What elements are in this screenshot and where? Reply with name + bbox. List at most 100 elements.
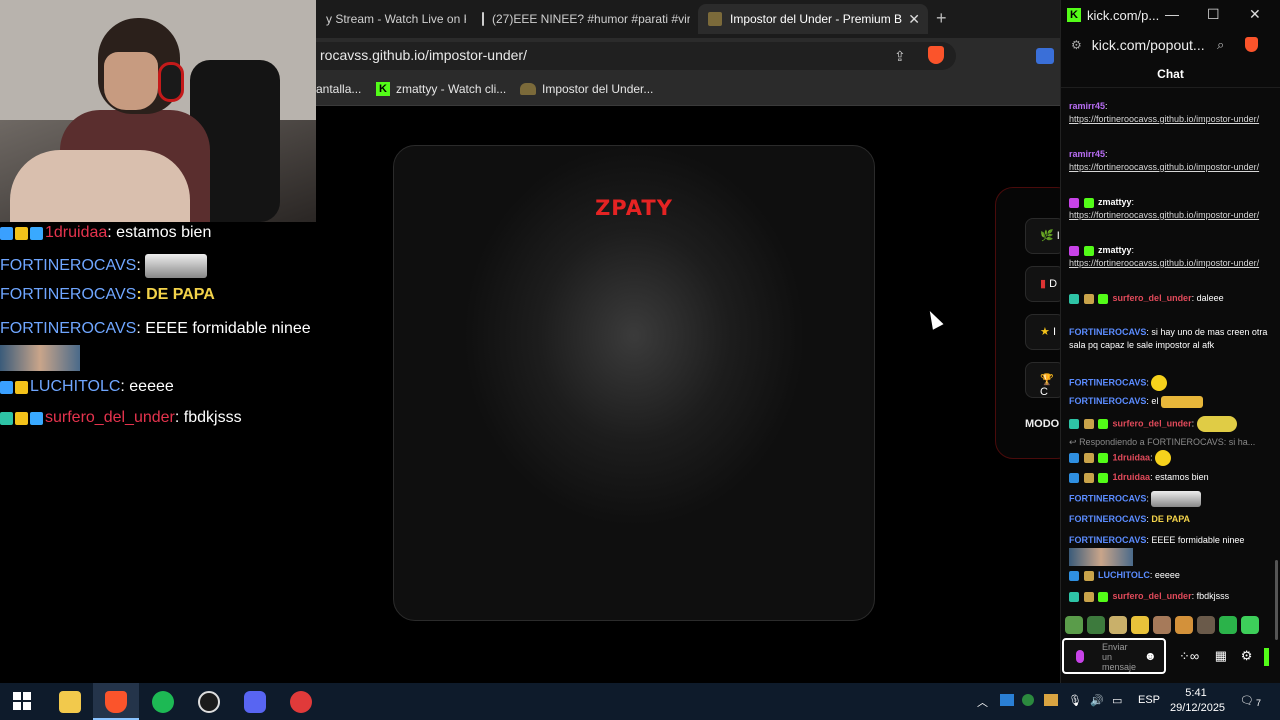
chat-username[interactable]: LUCHITOLC (1098, 570, 1150, 580)
chat-message-input[interactable]: Enviar un mensaje ☻ (1062, 638, 1166, 674)
system-clock[interactable]: 5:41 29/12/2025 (1170, 686, 1225, 716)
mic-icon[interactable] (1076, 650, 1084, 663)
chat-username[interactable]: FORTINEROCAVS (1069, 514, 1146, 524)
app-red-icon[interactable] (290, 691, 312, 713)
crown-badge-icon (15, 226, 28, 240)
tab-label: (27)EEE NINEE? #humor #parati #vira (492, 12, 690, 26)
zoom-icon[interactable]: ⌕ (1217, 37, 1224, 53)
chat-toolbar: ⁘∞ ▦ ⚙ (1179, 648, 1269, 666)
share-icon[interactable]: ⇪ (894, 48, 906, 65)
emote-frog-icon[interactable] (1087, 616, 1105, 634)
chat-link[interactable]: https://fortineroocavss.github.io/impost… (1069, 210, 1259, 220)
store-icon[interactable]: ▦ (1215, 648, 1227, 663)
chat-message: LUCHITOLC: eeeee (1069, 569, 1269, 582)
maximize-icon[interactable]: ☐ (1207, 6, 1220, 23)
volume-icon[interactable]: 🔊 (1090, 694, 1104, 707)
sub-badge-icon (1083, 293, 1094, 304)
chat-username[interactable]: 1druidaa (1113, 452, 1151, 462)
close-tab-icon[interactable]: ✕ (908, 11, 920, 28)
overlay-line: LUCHITOLC : eeeee (0, 378, 174, 396)
spotify-icon[interactable] (152, 691, 174, 713)
overlay-text: : eeeee (120, 378, 174, 395)
file-explorer-icon[interactable] (59, 691, 81, 713)
notification-icon[interactable]: 🗨 (1240, 694, 1254, 707)
chat-username[interactable]: zmattyy (1098, 245, 1132, 255)
emote-cat-icon[interactable] (1153, 616, 1171, 634)
tray-app-icon[interactable] (1022, 694, 1034, 706)
emote-person-icon[interactable] (1197, 616, 1215, 634)
microphone-icon[interactable]: 🎙 (1068, 694, 1082, 707)
chat-message-list: ramirr45: https://fortineroocavss.github… (1061, 88, 1279, 616)
chat-username[interactable]: 1druidaa (1113, 472, 1151, 482)
tab-kick-stream[interactable]: y Stream - Watch Live on K (316, 4, 466, 34)
network-icon[interactable]: ▭ (1112, 694, 1122, 707)
chat-username[interactable]: FORTINEROCAVS (1069, 535, 1146, 545)
side-menu-button[interactable]: 🌿 I (1025, 218, 1065, 254)
obs-icon[interactable] (198, 691, 220, 713)
chat-username[interactable]: zmattyy (1098, 197, 1132, 207)
emote-pixel-icon[interactable] (1175, 616, 1193, 634)
emote-yellow-icon[interactable] (1131, 616, 1149, 634)
chat-username[interactable]: surfero_del_under (1113, 418, 1192, 428)
popout-url[interactable]: kick.com/popout... (1092, 37, 1205, 53)
overlay-line: surfero_del_under : fbdkjsss (0, 409, 242, 427)
emote-face-icon[interactable] (1109, 616, 1127, 634)
emote-pepe-icon[interactable] (1065, 616, 1083, 634)
chat-username[interactable]: ramirr45 (1069, 101, 1105, 111)
window-title-bar: K kick.com/p... — ☐ ✕ (1061, 0, 1280, 30)
chat-link[interactable]: https://fortineroocavss.github.io/impost… (1069, 258, 1259, 268)
bookmark-item[interactable]: K zmattyy - Watch cli... (376, 82, 506, 96)
chat-username[interactable]: surfero_del_under (1113, 591, 1192, 601)
brave-shield-icon[interactable] (1245, 37, 1258, 52)
gem-badge-icon (30, 411, 43, 425)
language-indicator[interactable]: ESP (1138, 694, 1160, 706)
chat-username[interactable]: surfero_del_under (1113, 293, 1192, 303)
close-window-icon[interactable]: ✕ (1249, 6, 1261, 23)
chat-text: EEEE formidable ninee (1151, 535, 1245, 545)
emote-picker-icon[interactable]: ☻ (1144, 649, 1157, 663)
chat-username[interactable]: FORTINEROCAVS (1069, 396, 1146, 406)
reply-icon: ↩ (1069, 437, 1077, 447)
translate-icon[interactable] (1036, 48, 1054, 64)
site-info-icon[interactable]: ⚙ (1071, 38, 1082, 52)
chat-message: surfero_del_under: daleee (1069, 292, 1269, 305)
tab-label: Impostor del Under - Premium B (730, 12, 903, 26)
tab-tiktok[interactable]: (27)EEE NINEE? #humor #parati #vira (472, 4, 690, 34)
emote-image (144, 254, 207, 278)
chat-text: daleee (1196, 293, 1224, 303)
overlay-line: FORTINEROCAVS : (0, 254, 207, 278)
bookmarks-bar: antalla... K zmattyy - Watch cli... Impo… (316, 74, 1060, 106)
chat-username[interactable]: FORTINEROCAVS (1069, 377, 1146, 387)
send-indicator[interactable] (1264, 648, 1269, 666)
overlay-line: FORTINEROCAVS : DE PAPA (0, 286, 215, 304)
bookmark-item[interactable]: Impostor del Under... (520, 82, 653, 96)
chat-username[interactable]: ramirr45 (1069, 149, 1105, 159)
emote-green-icon[interactable] (1219, 616, 1237, 634)
tray-expand-icon[interactable]: ︿ (977, 694, 988, 710)
chat-link[interactable]: https://fortineroocavss.github.io/impost… (1069, 114, 1259, 124)
tray-app-icon[interactable] (1000, 694, 1014, 706)
users-icon[interactable]: ⁘∞ (1179, 648, 1199, 663)
side-menu-button[interactable]: ▮ D (1025, 266, 1065, 302)
side-menu-button[interactable]: ★ I (1025, 314, 1065, 350)
side-menu-button[interactable]: 🏆 C (1025, 362, 1065, 398)
discord-icon[interactable] (244, 691, 266, 713)
brave-browser-icon[interactable] (105, 691, 127, 713)
url-input[interactable]: rocavss.github.io/impostor-under/ (316, 42, 956, 70)
tab-impostor[interactable]: Impostor del Under - Premium B ✕ (698, 4, 928, 34)
emote-smile-icon[interactable] (1241, 616, 1259, 634)
popout-url-bar: ⚙ kick.com/popout... ⌕ (1061, 30, 1280, 60)
mode-label[interactable]: MODO (1025, 418, 1059, 430)
minimize-icon[interactable]: — (1165, 6, 1179, 22)
windows-start-icon[interactable] (12, 691, 34, 713)
new-tab-button[interactable]: + (936, 8, 947, 29)
chat-username[interactable]: FORTINEROCAVS (1069, 493, 1146, 503)
chat-username[interactable]: FORTINEROCAVS (1069, 327, 1146, 337)
chat-link[interactable]: https://fortineroocavss.github.io/impost… (1069, 162, 1259, 172)
tray-app-icon[interactable] (1044, 694, 1058, 706)
settings-icon[interactable]: ⚙ (1241, 648, 1253, 663)
address-bar: rocavss.github.io/impostor-under/ ⇪ (316, 38, 1060, 74)
bookmark-item[interactable]: antalla... (316, 82, 361, 96)
chat-scrollbar[interactable] (1275, 560, 1278, 640)
brave-shield-icon[interactable] (928, 46, 944, 64)
